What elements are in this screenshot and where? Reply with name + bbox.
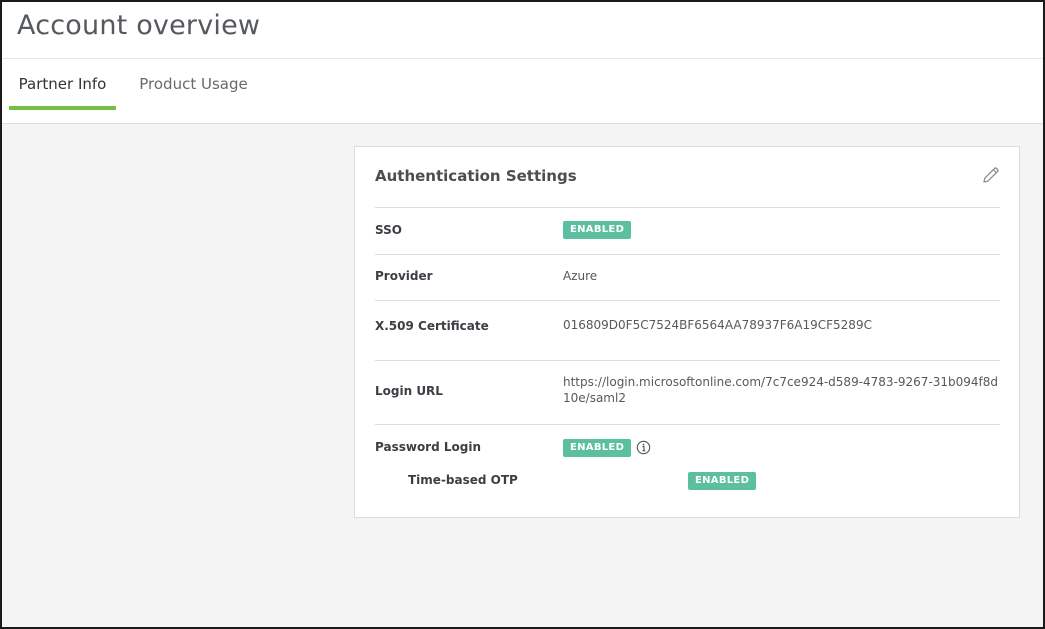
tab-bar: Partner Info Product Usage [2, 59, 1043, 124]
otp-label: Time-based OTP [408, 473, 518, 487]
divider [375, 254, 1000, 255]
divider [375, 360, 1000, 361]
tab-partner-info[interactable]: Partner Info [9, 59, 116, 110]
certificate-value: 016809D0F5C7524BF6564AA78937F6A19CF5289C [563, 318, 872, 332]
divider [375, 424, 1000, 425]
page-title: Account overview [17, 10, 261, 41]
login-url-value: https://login.microsoftonline.com/7c7ce9… [563, 375, 999, 405]
provider-value: Azure [563, 269, 598, 283]
password-login-status-badge: ENABLED [563, 439, 632, 457]
sso-label: SSO [375, 223, 402, 237]
sso-status-badge: ENABLED [563, 221, 632, 239]
divider [375, 207, 1000, 208]
tab-product-usage[interactable]: Product Usage [130, 59, 257, 109]
authentication-settings-card: Authentication Settings SSO ENABLED Prov… [354, 146, 1020, 518]
otp-status-badge: ENABLED [688, 472, 757, 490]
card-title: Authentication Settings [375, 167, 577, 185]
page-header: Account overview [2, 2, 1043, 59]
pencil-icon[interactable] [981, 165, 1001, 185]
password-login-label: Password Login [375, 440, 482, 454]
provider-label: Provider [375, 269, 433, 283]
info-icon[interactable] [636, 440, 651, 455]
app-frame: Account overview Partner Info Product Us… [0, 0, 1045, 629]
divider [375, 300, 1000, 301]
certificate-label: X.509 Certificate [375, 319, 489, 333]
login-url-label: Login URL [375, 384, 443, 398]
